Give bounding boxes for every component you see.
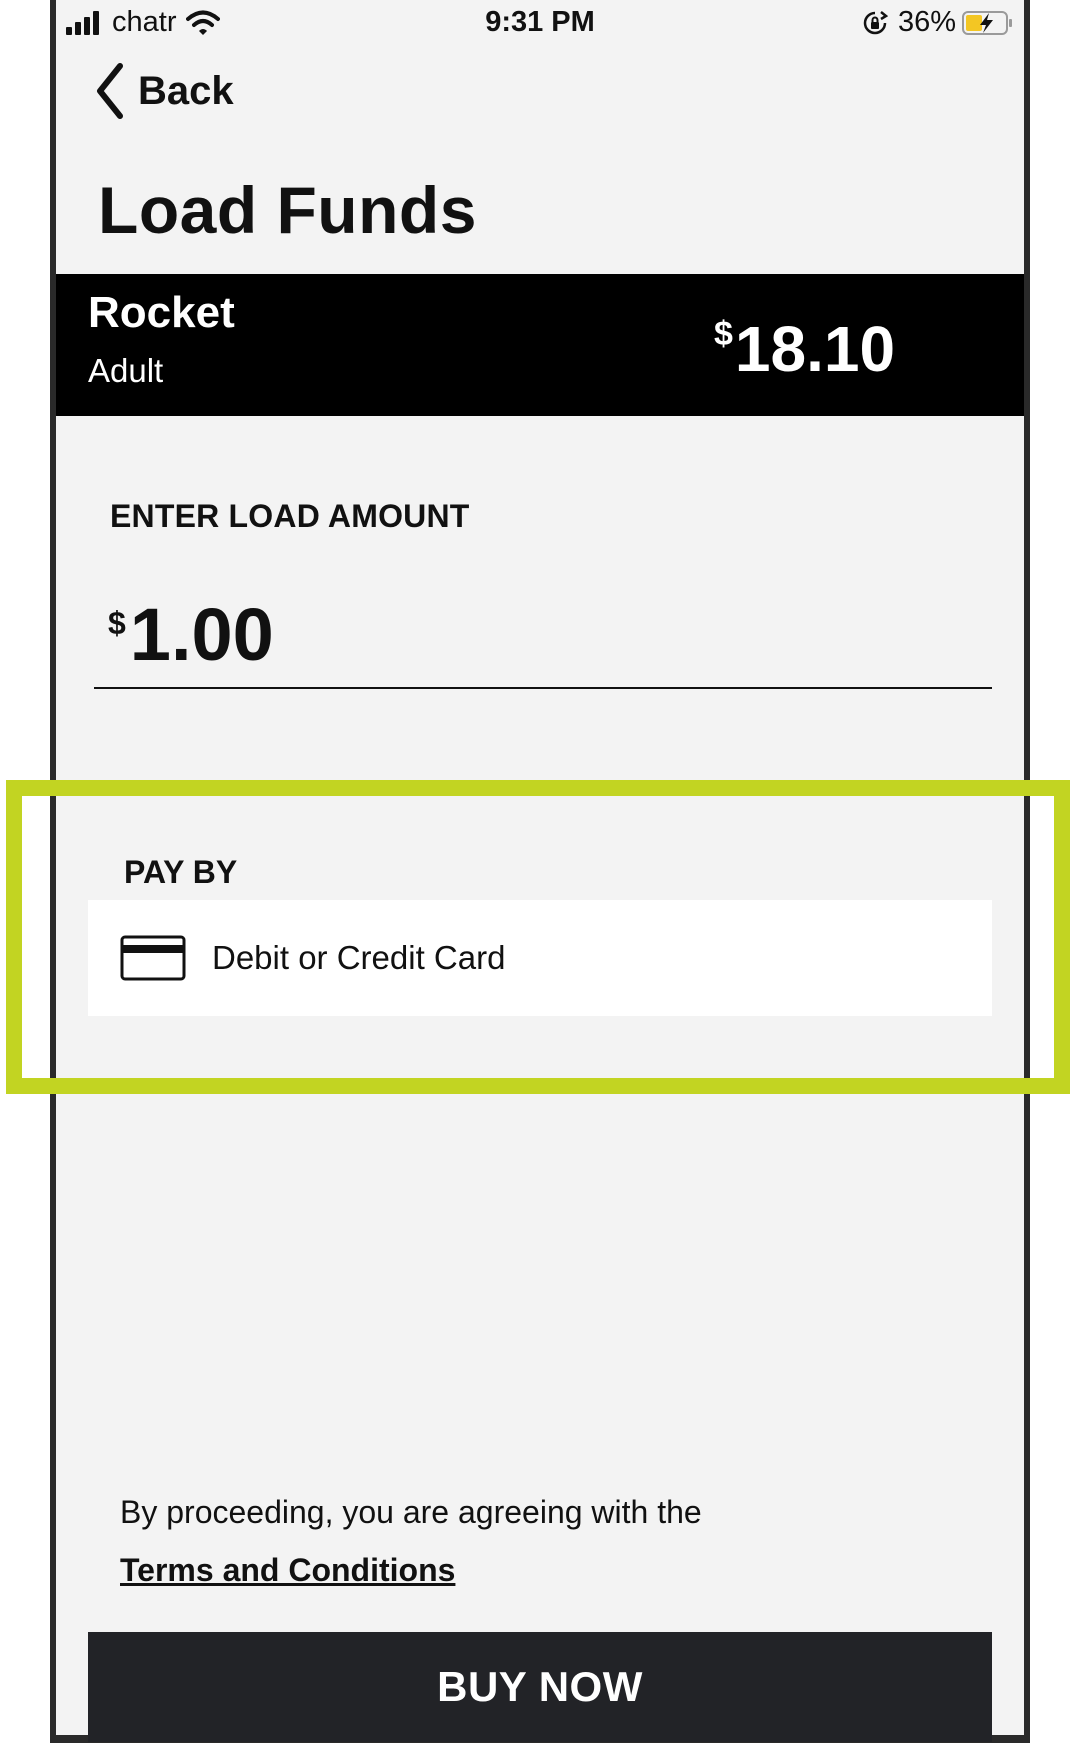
status-right: 36%	[862, 6, 1014, 39]
amount-currency-symbol: $	[108, 605, 126, 641]
highlight-box	[6, 780, 1070, 1094]
chevron-left-icon	[97, 63, 123, 119]
card-type: Adult	[88, 352, 164, 389]
battery-percent: 36%	[897, 6, 956, 38]
terms-link[interactable]: Terms and Conditions	[120, 1552, 455, 1589]
card-balance: $18.10	[714, 312, 895, 386]
amount-value: 1.00	[129, 593, 274, 676]
card-summary: Rocket Adult $18.10	[56, 274, 1024, 416]
back-button[interactable]: Back	[94, 62, 234, 120]
battery-charging-icon	[962, 10, 1014, 36]
load-amount-label: ENTER LOAD AMOUNT	[110, 498, 470, 534]
balance-currency-symbol: $	[714, 315, 733, 353]
buy-now-button[interactable]: BUY NOW	[88, 1632, 992, 1742]
load-amount-input[interactable]: $1.00	[108, 592, 274, 677]
page-title: Load Funds	[98, 173, 477, 247]
amount-underline	[94, 687, 992, 689]
agreement-text: By proceeding, you are agreeing with the	[120, 1494, 702, 1530]
orientation-lock-icon	[862, 10, 888, 36]
balance-value: 18.10	[734, 313, 896, 385]
back-label: Back	[138, 68, 234, 113]
status-bar: chatr 9:31 PM 36%	[56, 0, 1024, 50]
card-name: Rocket	[88, 288, 235, 337]
